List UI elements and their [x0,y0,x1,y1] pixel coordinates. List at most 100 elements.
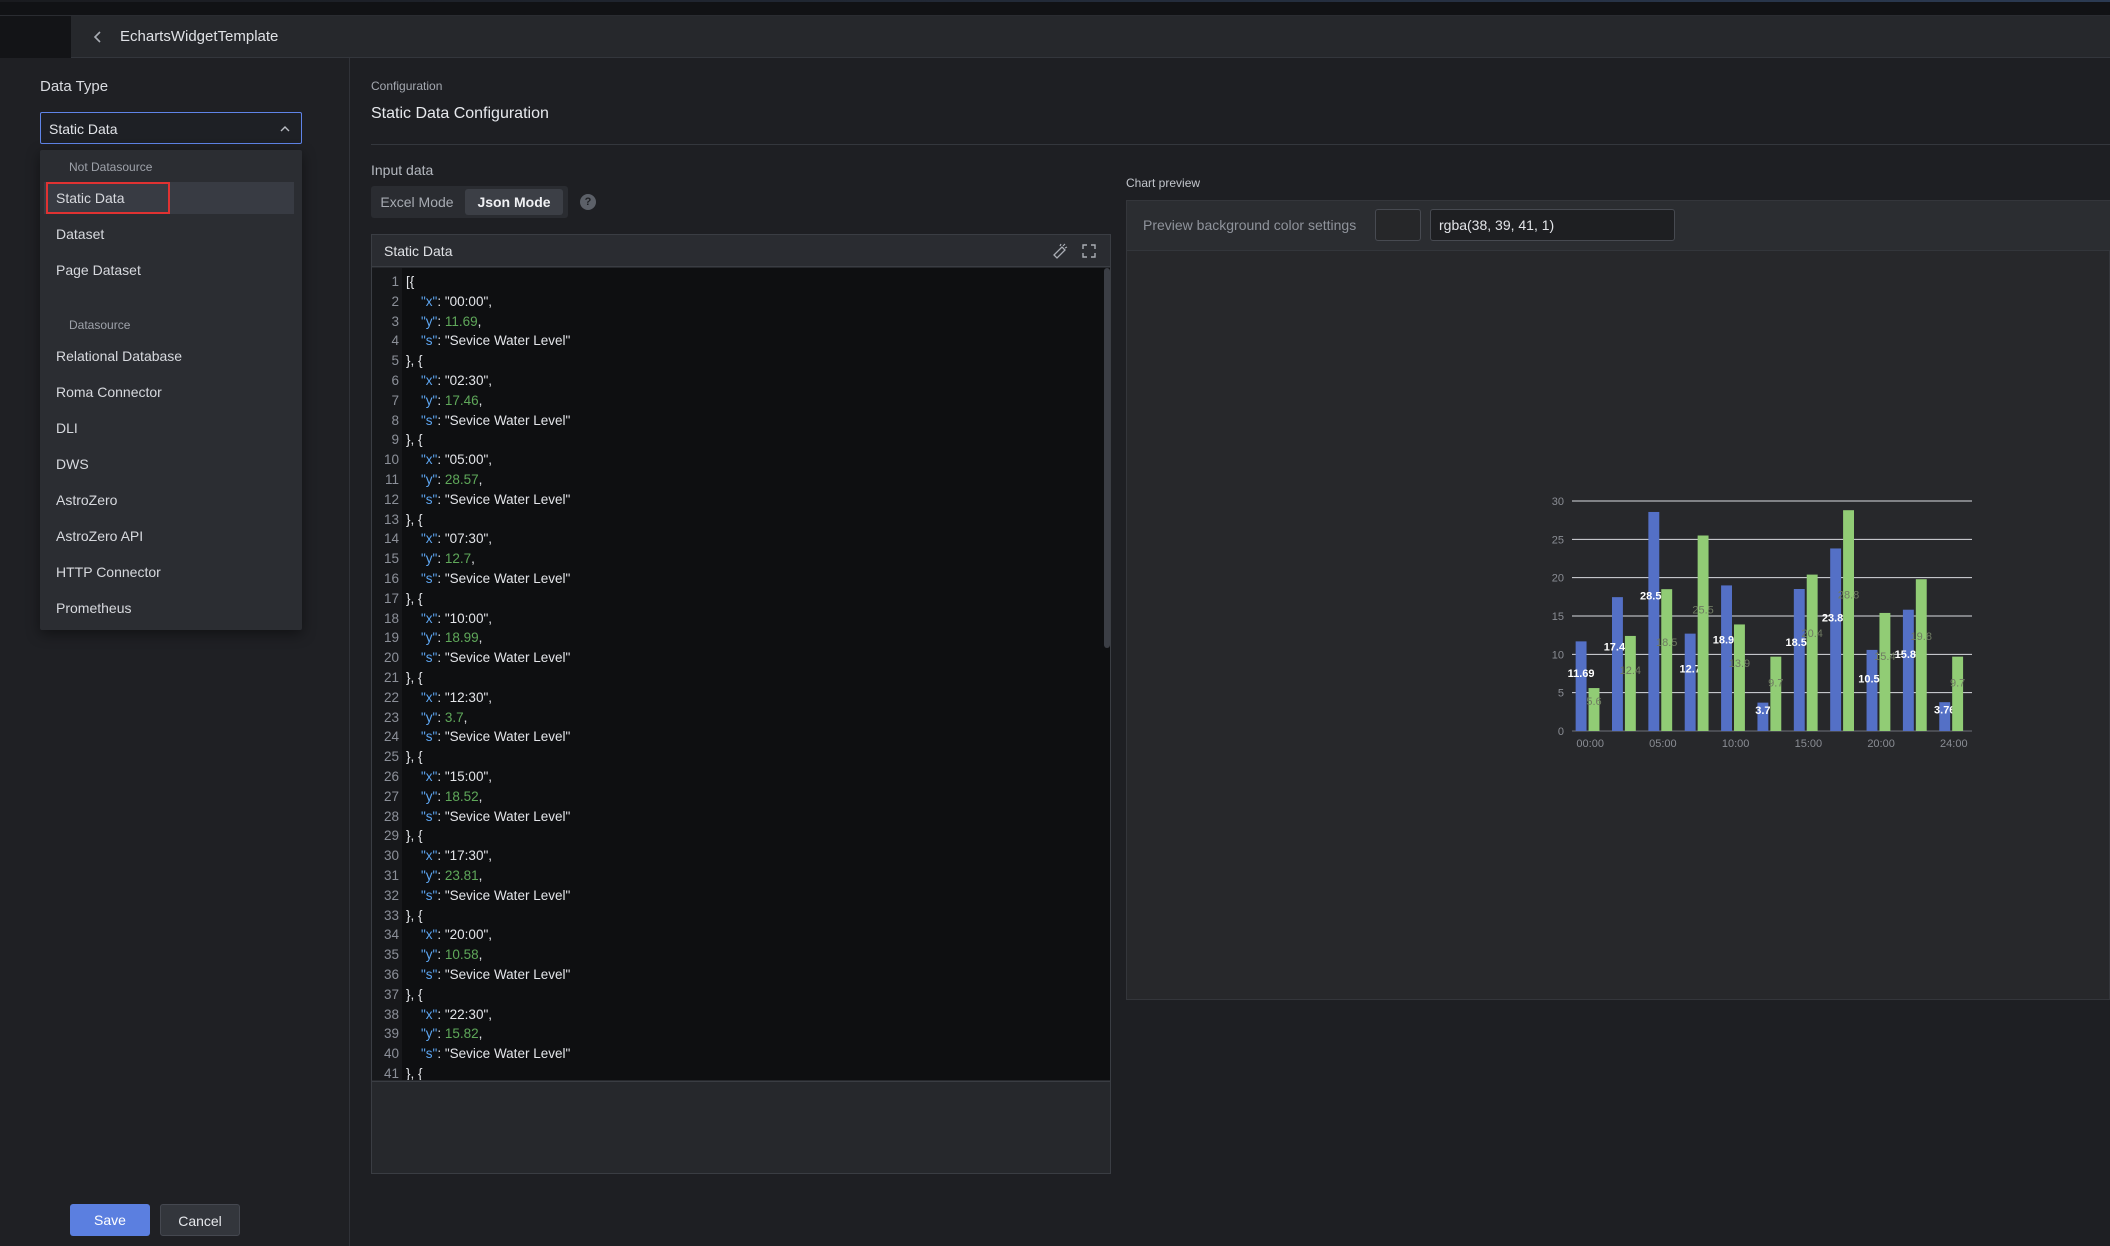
data-label: 5.6 [1586,696,1601,708]
code-text: }, { [406,986,423,1002]
option-label: Page Dataset [56,262,141,278]
option-label: AstroZero [56,492,118,508]
option-label: Dataset [56,226,105,242]
bg-color-swatch[interactable] [1375,209,1421,241]
option-label: DWS [56,456,89,472]
code-area[interactable]: 1[{2 "x": "00:00", 3 "y": 11.69, 4 "s": "S… [372,268,1110,1080]
code-text: "y": 15.82, [421,1026,483,1042]
option-label: AstroZero API [56,528,144,544]
line-number: 3 [391,313,399,329]
y-tick-label: 20 [1552,573,1564,585]
option-static-data[interactable]: Static Data [44,182,294,214]
x-tick-label: 05:00 [1649,738,1677,750]
cancel-button[interactable]: Cancel [160,1204,240,1236]
page-title: EchartsWidgetTemplate [120,28,279,45]
code-text: [{ [406,274,415,289]
option-dli[interactable]: DLI [44,412,294,444]
code-text: }, { [406,907,423,923]
option-http-connector[interactable]: HTTP Connector [44,556,294,588]
code-text: "x": "02:30", [421,373,492,388]
bg-color-input[interactable] [1430,209,1675,241]
data-type-select[interactable]: Static Data [40,112,302,144]
code-text: "y": 11.69, [421,313,482,329]
code-line: 11 "y": 28.57, [372,470,1072,490]
code-line: 16 "s": "Sevice Water Level" [372,569,1072,589]
code-line: 38 "x": "22:30", [372,1005,1072,1025]
code-line: 20 "s": "Sevice Water Level" [372,648,1072,668]
json-mode-tab[interactable]: Json Mode [465,189,563,215]
option-page-dataset[interactable]: Page Dataset [44,254,294,286]
preview-settings-bar: Preview background color settings [1127,201,2110,251]
code-text: "x": "00:00", [421,293,492,309]
app-corner [0,16,71,58]
option-dataset[interactable]: Dataset [44,218,294,250]
line-number: 24 [383,729,399,745]
y-tick-label: 25 [1552,534,1564,546]
format-icon[interactable] [1051,242,1069,260]
code-text: }, { [406,1066,423,1080]
excel-mode-tab[interactable]: Excel Mode [375,189,459,215]
editor-header: Static Data [372,235,1110,267]
code-line: 7 "y": 17.46, [372,391,1072,411]
option-relational-database[interactable]: Relational Database [44,340,294,372]
code-text: "y": 18.99, [421,630,483,646]
line-number: 32 [383,887,399,903]
code-line: 37}, { [372,985,1072,1005]
line-number: 21 [383,670,399,685]
code-line: 6 "x": "02:30", [372,371,1072,391]
bar-green [1734,624,1745,731]
option-label: Prometheus [56,600,132,616]
code-line: 22 "x": "12:30", [372,688,1072,708]
editor-scrollbar[interactable] [1104,268,1110,648]
line-number: 23 [383,709,399,725]
code-text: "x": "22:30", [421,1006,492,1022]
code-text: "x": "17:30", [421,848,492,864]
group-label-not-datasource: Not Datasource [69,160,153,174]
code-line: 33}, { [372,906,1072,926]
data-label: 13.9 [1729,658,1750,670]
code-text: }, { [406,590,423,606]
option-astrozero[interactable]: AstroZero [44,484,294,516]
help-icon[interactable]: ? [580,194,596,210]
line-number: 2 [391,293,399,309]
fullscreen-icon[interactable] [1080,242,1098,260]
code-text: "y": 28.57, [421,472,483,487]
data-label: 9.7 [1768,677,1783,689]
line-number: 41 [383,1066,399,1080]
code-line: 26 "x": "15:00", [372,767,1072,787]
data-label: 12.4 [1620,665,1641,677]
code-text: "x": "05:00", [421,452,492,468]
code-text: "y": 3.7, [421,709,468,725]
x-tick-label: 10:00 [1722,738,1750,750]
option-dws[interactable]: DWS [44,448,294,480]
x-tick-label: 00:00 [1576,738,1604,750]
code-text: "s": "Sevice Water Level" [421,808,571,824]
option-roma-connector[interactable]: Roma Connector [44,376,294,408]
mode-switch: Excel Mode Json Mode [371,186,568,218]
bar-blue [1648,511,1660,731]
top-strip [0,0,2110,16]
code-line: 35 "y": 10.58, [372,945,1072,965]
option-astrozero-api[interactable]: AstroZero API [44,520,294,552]
code-line: 36 "s": "Sevice Water Level" [372,965,1072,985]
chart-preview-panel: Preview background color settings 0 5 10 15… [1126,200,2110,1000]
option-label: Roma Connector [56,384,162,400]
back-button[interactable] [85,24,111,50]
configuration-title: Static Data Configuration [371,105,549,122]
option-prometheus[interactable]: Prometheus [44,592,294,624]
code-text: "x": "07:30", [421,531,492,547]
code-line: 12 "s": "Sevice Water Level" [372,490,1072,510]
line-number: 16 [383,571,399,586]
line-number: 27 [383,788,399,804]
editor-footer [372,1081,1110,1173]
line-number: 8 [391,412,399,428]
x-tick-label: 15:00 [1795,738,1823,750]
option-label: DLI [56,420,78,436]
code-line: 34 "x": "20:00", [372,925,1072,945]
static-data-editor: Static Data 1[{2 "x": "00:00", 3 "y": 11.… [371,234,1111,1174]
group-label-datasource: Datasource [69,318,131,332]
save-button[interactable]: Save [70,1204,150,1236]
code-line: 19 "y": 18.99, [372,628,1072,648]
line-number: 11 [384,472,399,487]
code-text: "s": "Sevice Water Level" [421,412,571,428]
